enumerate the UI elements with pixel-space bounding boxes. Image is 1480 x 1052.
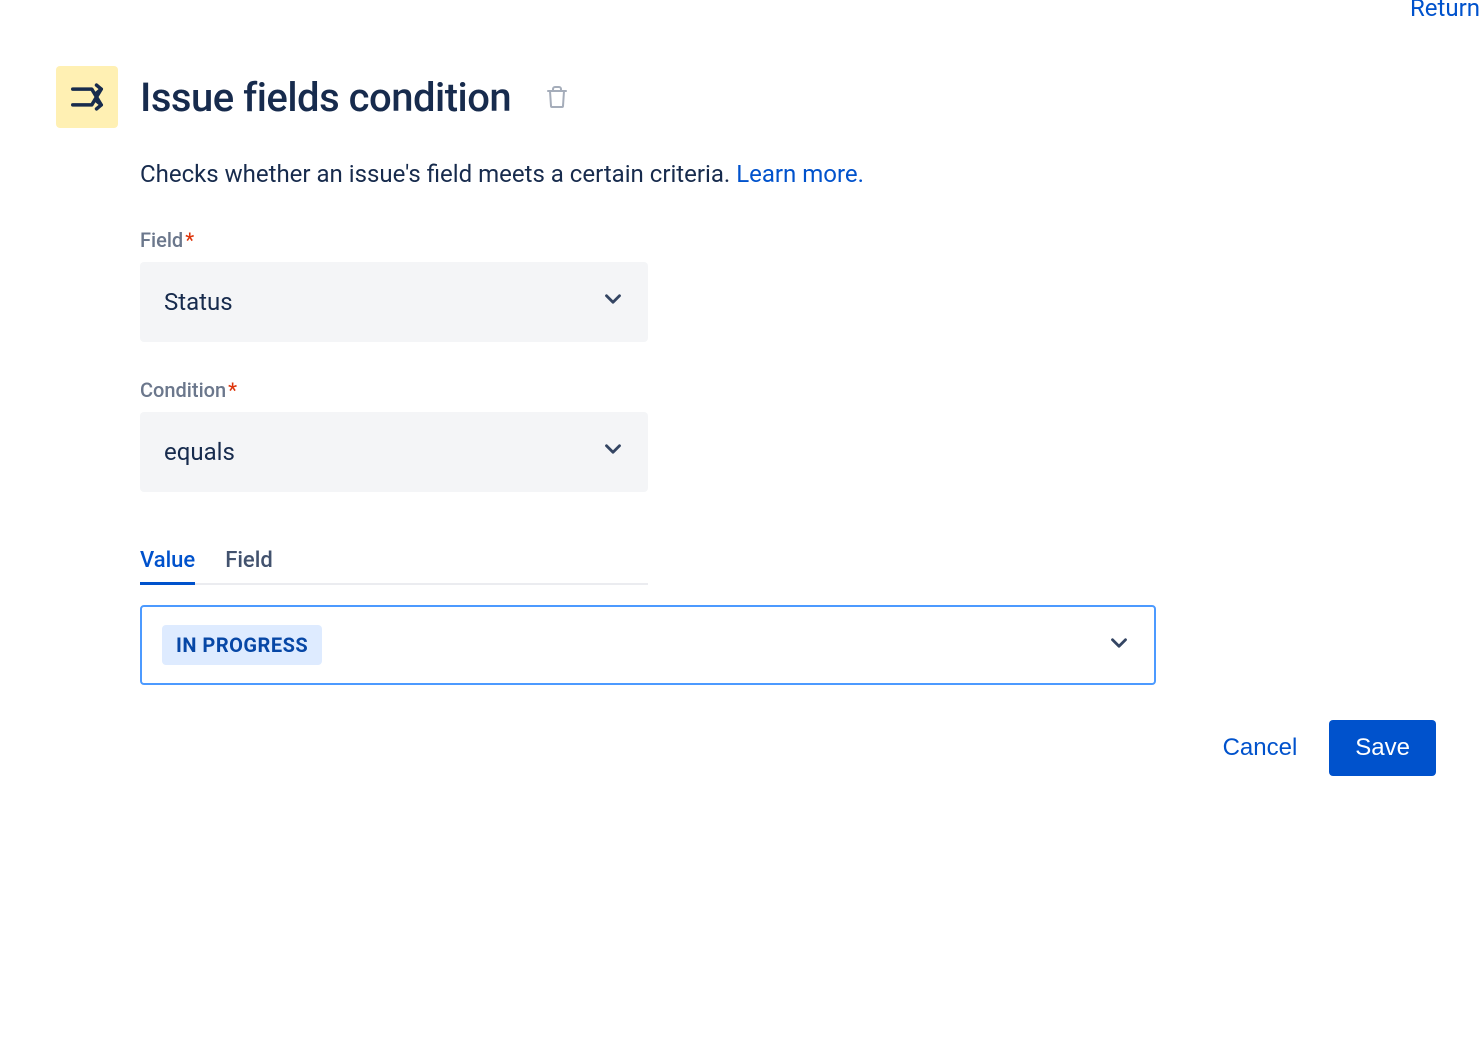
status-lozenge: IN PROGRESS xyxy=(162,625,322,665)
condition-label: Condition* xyxy=(140,378,1396,402)
cancel-button[interactable]: Cancel xyxy=(1223,734,1298,762)
delete-button[interactable] xyxy=(545,84,569,110)
tab-value[interactable]: Value xyxy=(140,548,195,583)
condition-label-text: Condition xyxy=(140,378,226,402)
value-select[interactable]: IN PROGRESS xyxy=(140,605,1156,685)
learn-more-link[interactable]: Learn more. xyxy=(736,160,864,188)
tab-field[interactable]: Field xyxy=(225,548,273,583)
chevron-down-icon xyxy=(600,436,626,468)
chevron-down-icon xyxy=(1106,630,1132,660)
field-select-value: Status xyxy=(164,288,233,316)
crossroads-icon xyxy=(68,78,106,116)
required-indicator: * xyxy=(185,228,194,252)
condition-select[interactable]: equals xyxy=(140,412,648,492)
condition-icon-tile xyxy=(56,66,118,128)
page-title: Issue fields condition xyxy=(140,74,511,121)
description: Checks whether an issue's field meets a … xyxy=(140,156,1396,192)
field-label-text: Field xyxy=(140,228,183,252)
value-tabs: Value Field xyxy=(140,548,648,585)
return-link[interactable]: Return xyxy=(1410,0,1480,22)
description-text: Checks whether an issue's field meets a … xyxy=(140,160,736,188)
condition-select-value: equals xyxy=(164,438,235,466)
chevron-down-icon xyxy=(600,286,626,318)
trash-icon xyxy=(545,84,569,110)
field-select[interactable]: Status xyxy=(140,262,648,342)
save-button[interactable]: Save xyxy=(1329,720,1436,776)
required-indicator: * xyxy=(228,378,237,402)
field-label: Field* xyxy=(140,228,1396,252)
